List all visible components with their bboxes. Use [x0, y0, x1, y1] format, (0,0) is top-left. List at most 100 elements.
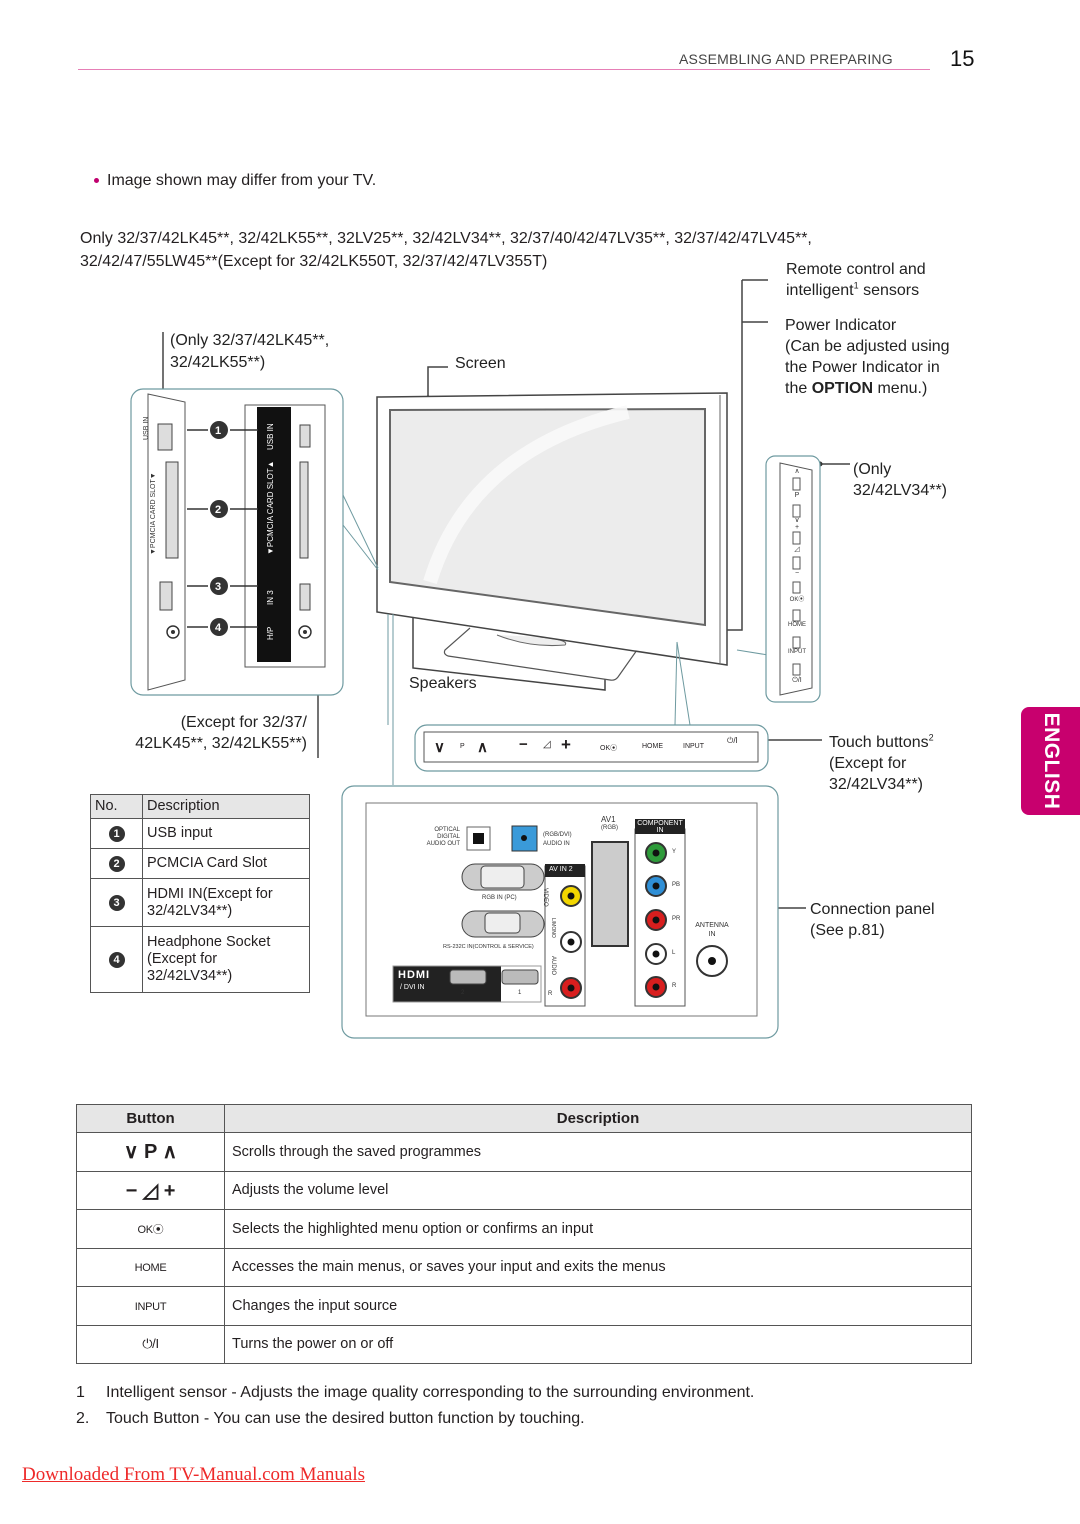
touch-strip-illustration: [414, 724, 769, 772]
video-label: VIDEO: [542, 888, 548, 907]
rs232c-label: RS-232C IN(CONTROL & SERVICE): [443, 944, 534, 950]
component-r: R: [672, 983, 677, 989]
touch-buttons-label: Touch buttons2 (Except for 32/42LV34**): [829, 732, 934, 793]
ok-button-icon: OK⦿: [137, 1223, 164, 1236]
touch-p-label: P: [460, 743, 465, 750]
marker-2: 2: [214, 504, 222, 516]
footnote-1: 1 Intelligent sensor - Adjusts the image …: [76, 1384, 755, 1401]
dvi-in-label: / DVI IN: [400, 984, 425, 991]
table-row: OK⦿ Selects the highlighted menu option …: [76, 1209, 972, 1249]
except-lk-label: (Except for 32/37/ 42LK45**, 32/42LK55**…: [135, 714, 307, 752]
tv-illustration: [376, 392, 728, 681]
button-description-table: Button Description ∨ P ∧ Scrolls through…: [76, 1104, 972, 1364]
pcmcia-label-alt: ▼PCMCIA CARD SLOT▲: [266, 460, 275, 555]
rgb-dvi-audio-label: (RGB/DVI) AUDIO IN: [543, 832, 572, 847]
input-button-icon: INPUT: [134, 1300, 167, 1313]
vbtn-home: HOME: [788, 622, 806, 628]
av1-label: AV1: [601, 815, 616, 824]
table-row: 4 Headphone Socket (Except for 32/42LV34**…: [90, 926, 310, 993]
programme-buttons-icon: ∨ P ∧: [123, 1141, 178, 1164]
col-header-no: No.: [90, 794, 143, 819]
vbtn-up: ∧: [794, 468, 800, 475]
row-description: HDMI IN(Except for 32/42LV34**): [142, 878, 310, 927]
row-description: Headphone Socket (Except for 32/42LV34**): [142, 926, 310, 993]
connection-panel-illustration: [341, 785, 779, 1039]
optical-label: OPTICAL DIGITAL AUDIO OUT: [426, 827, 460, 847]
row-description: Turns the power on or off: [224, 1324, 972, 1364]
touch-volume-icon: ◿: [543, 739, 551, 750]
touch-home-label: HOME: [642, 743, 663, 750]
usb-in-label-alt: USB IN: [266, 423, 275, 450]
vbtn-p: P: [794, 492, 800, 499]
table-row: 3 HDMI IN(Except for 32/42LV34**): [90, 878, 310, 927]
number-badge: 1: [108, 826, 125, 842]
table-header-row: No. Description: [90, 794, 310, 819]
av2-r-label: R: [548, 991, 553, 997]
number-badge: 2: [108, 856, 125, 872]
table-row: ⏻/I Turns the power on or off: [76, 1324, 972, 1364]
audio-label: AUDIO: [550, 956, 556, 976]
table-row: − ◿ + Adjusts the volume level: [76, 1170, 972, 1210]
vbtn-down: ∨: [794, 517, 800, 524]
marker-4: 4: [214, 622, 222, 634]
marker-1: 1: [214, 425, 222, 437]
col-header-description: Description: [142, 794, 310, 819]
vbtn-power: ⏻/I: [792, 677, 802, 684]
vbtn-minus: −: [794, 570, 800, 577]
table-row: HOME Accesses the main menus, or saves y…: [76, 1247, 972, 1287]
usb-in-label: USB IN: [143, 416, 150, 440]
speakers-label: Speakers: [409, 675, 477, 692]
remote-sensor-label: Remote control and intelligent1 sensors: [786, 261, 926, 299]
connection-panel-label: Connection panel (See p.81): [810, 901, 935, 939]
hdmi-in3-label: IN 3: [266, 590, 275, 605]
av-in2-label: AV IN 2: [549, 866, 573, 873]
rgb-in-label: RGB IN (PC): [482, 895, 517, 901]
power-indicator-label: Power Indicator (Can be adjusted using t…: [785, 317, 950, 397]
touch-ok-label: OK⦿: [600, 745, 618, 752]
vbtn-input: INPUT: [788, 649, 806, 655]
side-panel-illustration: [130, 388, 344, 696]
row-description: Selects the highlighted menu option or c…: [224, 1209, 972, 1249]
hdmi-logo: HDMI: [398, 969, 431, 981]
table-row: 2 PCMCIA Card Slot: [90, 848, 310, 879]
row-description: Adjusts the volume level: [224, 1170, 972, 1210]
only-lk-label: (Only 32/37/42LK45**, 32/42LK55**): [170, 332, 330, 371]
power-button-icon: ⏻/I: [142, 1336, 159, 1352]
row-description: Changes the input source: [224, 1286, 972, 1326]
component-pb: PB: [672, 882, 681, 888]
number-badge: 4: [108, 952, 125, 968]
table-row: INPUT Changes the input source: [76, 1286, 972, 1326]
hdmi-port-1: 1: [518, 990, 522, 996]
component-in-label: COMPONENT IN: [637, 820, 683, 834]
hp-label: H/P: [266, 626, 275, 640]
l-mono-label: L/MONO: [550, 918, 556, 938]
language-tab-label: ENGLISH: [1039, 712, 1063, 810]
touch-input-label: INPUT: [683, 743, 704, 750]
table-row: ∨ P ∧ Scrolls through the saved programm…: [76, 1132, 972, 1172]
touch-down-icon: ∨: [434, 739, 445, 756]
footnote-2: 2. Touch Button - You can use the desired…: [76, 1410, 585, 1427]
av1-rgb-label: (RGB): [601, 825, 618, 831]
home-button-icon: HOME: [134, 1262, 167, 1275]
component-l: L: [672, 950, 676, 956]
vbtn-plus: +: [794, 524, 800, 531]
volume-buttons-icon: − ◿ +: [125, 1179, 176, 1202]
table-header-row: Button Description: [76, 1104, 972, 1133]
language-tab[interactable]: ENGLISH: [1021, 707, 1080, 815]
vbtn-ok: OK⦿: [789, 597, 805, 603]
component-pr: PR: [672, 916, 681, 922]
table-row: 1 USB input: [90, 818, 310, 849]
port-number-table: No. Description 1 USB input 2 PCMCIA Car…: [90, 794, 310, 993]
only-lv34-label: (Only 32/42LV34**): [853, 461, 947, 499]
touch-up-icon: ∧: [477, 739, 488, 756]
col-header-description: Description: [224, 1104, 972, 1133]
hdmi-port-2: 2: [461, 990, 465, 996]
marker-3: 3: [214, 581, 222, 593]
number-badge: 3: [108, 895, 125, 911]
col-header-button: Button: [76, 1104, 225, 1133]
touch-power-icon: ⏻/I: [727, 736, 738, 745]
row-description: Scrolls through the saved programmes: [224, 1132, 972, 1172]
pcmcia-label: ▼PCMCIA CARD SLOT▼: [150, 472, 157, 555]
download-source-link[interactable]: Downloaded From TV-Manual.com Manuals: [22, 1464, 365, 1486]
antenna-label: ANTENNA IN: [695, 922, 729, 938]
